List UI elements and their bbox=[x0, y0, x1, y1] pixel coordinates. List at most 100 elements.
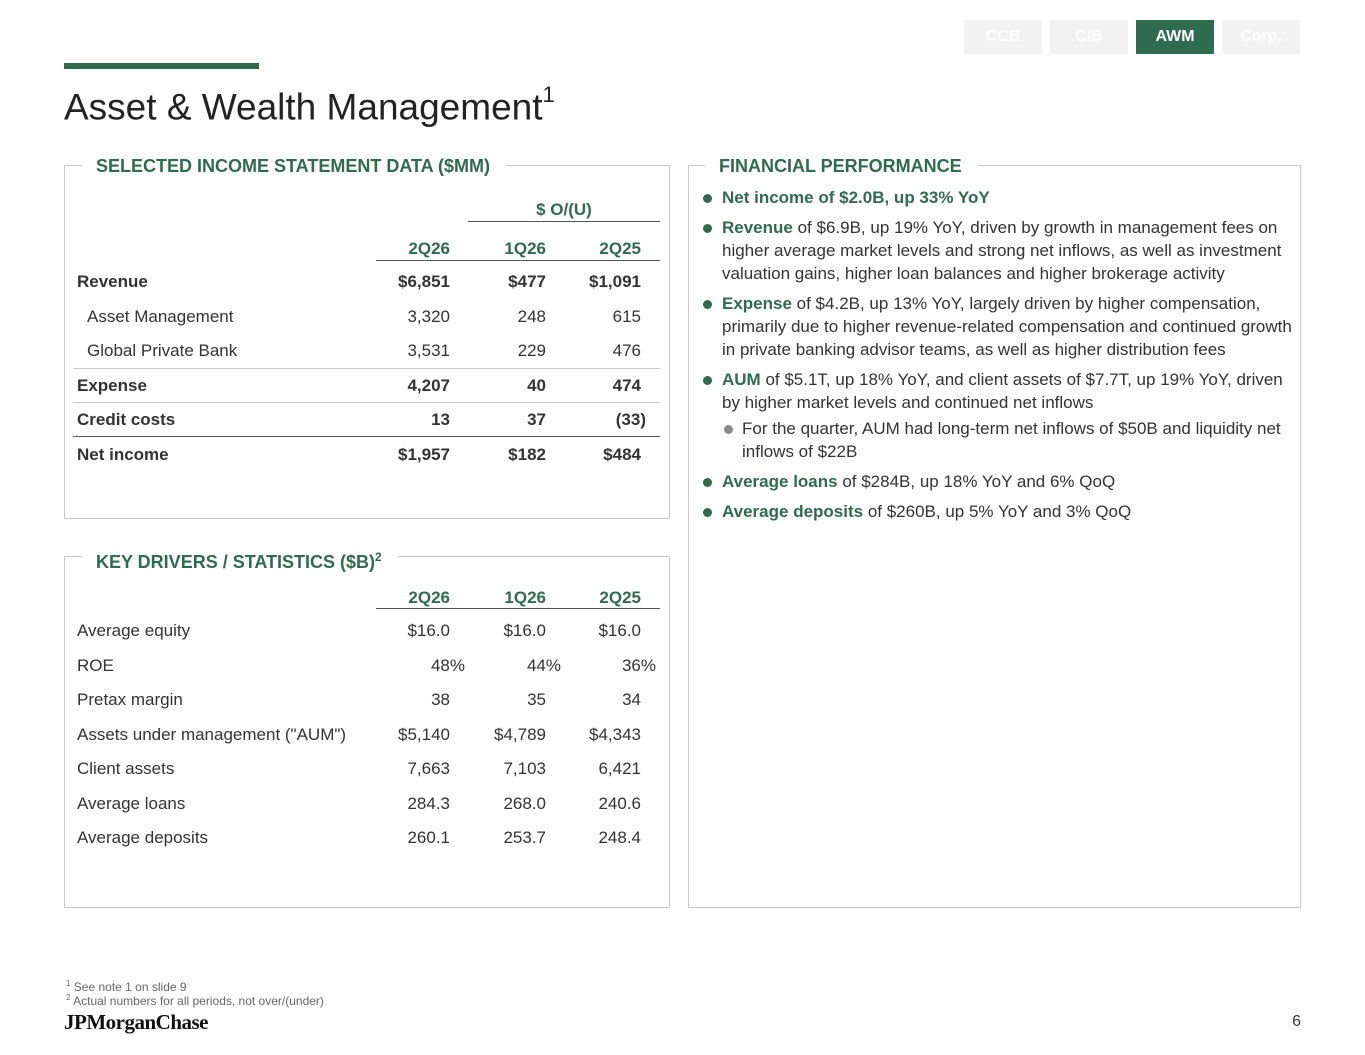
footnote-num: 1 bbox=[66, 979, 71, 988]
drivers-cell: 260.1 bbox=[407, 828, 450, 847]
title-accent-bar bbox=[64, 63, 259, 69]
income-cell: (33) bbox=[615, 410, 646, 429]
drivers-cell: 253.7 bbox=[503, 828, 546, 847]
income-cell: 4,207 bbox=[407, 376, 450, 395]
drivers-cell: $4,789 bbox=[494, 725, 546, 744]
bullet-dot bbox=[703, 300, 712, 309]
drivers-cell: 248.4 bbox=[598, 828, 641, 847]
performance-bullets: Net income of $2.0B, up 33% YoY Revenue … bbox=[703, 186, 1293, 530]
tab-ccb[interactable]: CCB bbox=[964, 20, 1042, 54]
income-cell: $477 bbox=[508, 272, 546, 291]
company-logo: JPMorganChase bbox=[64, 1010, 209, 1034]
bullet-text: of $5.1T, up 18% YoY, and client assets … bbox=[722, 370, 1283, 412]
drivers-cell: 38 bbox=[431, 690, 450, 709]
bullet-text: of $6.9B, up 19% YoY, driven by growth i… bbox=[722, 218, 1282, 283]
income-cell: 615 bbox=[612, 307, 641, 326]
drivers-cell: 284.3 bbox=[407, 794, 450, 813]
bullet-aum-sub: For the quarter, AUM had long-term net i… bbox=[703, 417, 1293, 463]
income-col-2q26: 2Q26 bbox=[408, 239, 450, 258]
drivers-row-label: Average equity bbox=[77, 621, 191, 640]
tab-cib[interactable]: CIB bbox=[1050, 20, 1128, 54]
drivers-heading-text: KEY DRIVERS / STATISTICS ($B) bbox=[96, 552, 376, 572]
section-tabs: CCB CIB AWM Corp. bbox=[964, 20, 1300, 54]
income-cell: 37 bbox=[527, 410, 546, 429]
drivers-cell: $16.0 bbox=[407, 621, 450, 640]
income-cell: 229 bbox=[517, 341, 546, 360]
bullet-expense: Expense of $4.2B, up 13% YoY, largely dr… bbox=[703, 292, 1293, 361]
income-cell: $1,957 bbox=[398, 445, 450, 464]
drivers-row-label: Average loans bbox=[77, 794, 186, 813]
income-cell: 474 bbox=[612, 376, 641, 395]
drivers-header-rule bbox=[376, 608, 660, 609]
drivers-row-label: Average deposits bbox=[77, 828, 209, 847]
drivers-cell: $4,343 bbox=[589, 725, 641, 744]
drivers-cell: 6,421 bbox=[598, 759, 641, 778]
bullet-lead: Expense bbox=[722, 294, 792, 313]
drivers-cell: $5,140 bbox=[398, 725, 450, 744]
row-divider-total bbox=[73, 436, 660, 437]
income-col-1q26: 1Q26 bbox=[504, 239, 546, 258]
drivers-cell: 44% bbox=[526, 656, 561, 675]
drivers-cell: 34 bbox=[622, 690, 641, 709]
drivers-heading-note: 2 bbox=[375, 550, 382, 564]
footnote-2: 2 Actual numbers for all periods, not ov… bbox=[66, 993, 324, 1008]
income-cell: 3,531 bbox=[407, 341, 450, 360]
bullet-dot bbox=[703, 508, 712, 517]
income-cell: 40 bbox=[527, 376, 546, 395]
drivers-cell: $16.0 bbox=[503, 621, 546, 640]
performance-heading: FINANCIAL PERFORMANCE bbox=[705, 155, 978, 177]
income-row-label: Asset Management bbox=[87, 307, 234, 326]
income-row-label: Expense bbox=[77, 376, 147, 395]
footnote-text: Actual numbers for all periods, not over… bbox=[73, 994, 324, 1008]
drivers-cell: 7,103 bbox=[503, 759, 546, 778]
bullet-lead: Net income of $2.0B, up 33% YoY bbox=[722, 188, 990, 207]
bullet-average-deposits: Average deposits of $260B, up 5% YoY and… bbox=[703, 500, 1293, 523]
income-cell: $1,091 bbox=[589, 272, 641, 291]
income-cell: $6,851 bbox=[398, 272, 450, 291]
bullet-net-income: Net income of $2.0B, up 33% YoY bbox=[703, 186, 1293, 209]
bullet-lead: Average deposits bbox=[722, 502, 864, 521]
income-row-label: Revenue bbox=[77, 272, 148, 291]
income-header-rule bbox=[376, 260, 660, 261]
drivers-col-2q25: 2Q25 bbox=[599, 588, 641, 607]
income-row-label: Credit costs bbox=[77, 410, 176, 429]
income-cell: 476 bbox=[612, 341, 641, 360]
bullet-text: of $284B, up 18% YoY and 6% QoQ bbox=[837, 472, 1116, 491]
group-underline bbox=[468, 221, 660, 222]
bullet-average-loans: Average loans of $284B, up 18% YoY and 6… bbox=[703, 470, 1293, 493]
income-cell: 3,320 bbox=[407, 307, 450, 326]
income-cell: 248 bbox=[517, 307, 546, 326]
page-title: Asset & Wealth Management1 bbox=[64, 82, 555, 128]
row-divider bbox=[73, 368, 660, 369]
drivers-heading: KEY DRIVERS / STATISTICS ($B)2 bbox=[82, 546, 398, 573]
tab-corp[interactable]: Corp. bbox=[1222, 20, 1300, 54]
bullet-text: of $260B, up 5% YoY and 3% QoQ bbox=[863, 502, 1132, 521]
bullet-lead: AUM bbox=[722, 370, 761, 389]
income-cell: $484 bbox=[603, 445, 641, 464]
drivers-cell: 35 bbox=[527, 690, 546, 709]
drivers-row-label: Assets under management ("AUM") bbox=[77, 725, 347, 744]
drivers-cell: $16.0 bbox=[598, 621, 641, 640]
income-cell: $182 bbox=[508, 445, 546, 464]
page-title-text: Asset & Wealth Management bbox=[64, 86, 543, 128]
drivers-cell: 7,663 bbox=[407, 759, 450, 778]
drivers-row-label: ROE bbox=[77, 656, 114, 675]
bullet-dot bbox=[703, 376, 712, 385]
drivers-cell: 48% bbox=[430, 656, 465, 675]
income-cell: 13 bbox=[431, 410, 450, 429]
tab-awm[interactable]: AWM bbox=[1136, 20, 1214, 54]
drivers-row-label: Client assets bbox=[77, 759, 175, 778]
bullet-text: For the quarter, AUM had long-term net i… bbox=[742, 419, 1281, 461]
drivers-col-1q26: 1Q26 bbox=[504, 588, 546, 607]
bullet-lead: Average loans bbox=[722, 472, 838, 491]
income-row-label: Global Private Bank bbox=[87, 341, 238, 360]
bullet-dot bbox=[703, 224, 712, 233]
drivers-cell: 36% bbox=[621, 656, 656, 675]
drivers-cell: 268.0 bbox=[503, 794, 546, 813]
page-number: 6 bbox=[1292, 1013, 1301, 1030]
drivers-col-2q26: 2Q26 bbox=[408, 588, 450, 607]
footnote-num: 2 bbox=[66, 993, 71, 1002]
income-group-label: $ O/(U) bbox=[536, 200, 592, 219]
bullet-dot bbox=[703, 478, 712, 487]
row-divider bbox=[73, 402, 660, 403]
